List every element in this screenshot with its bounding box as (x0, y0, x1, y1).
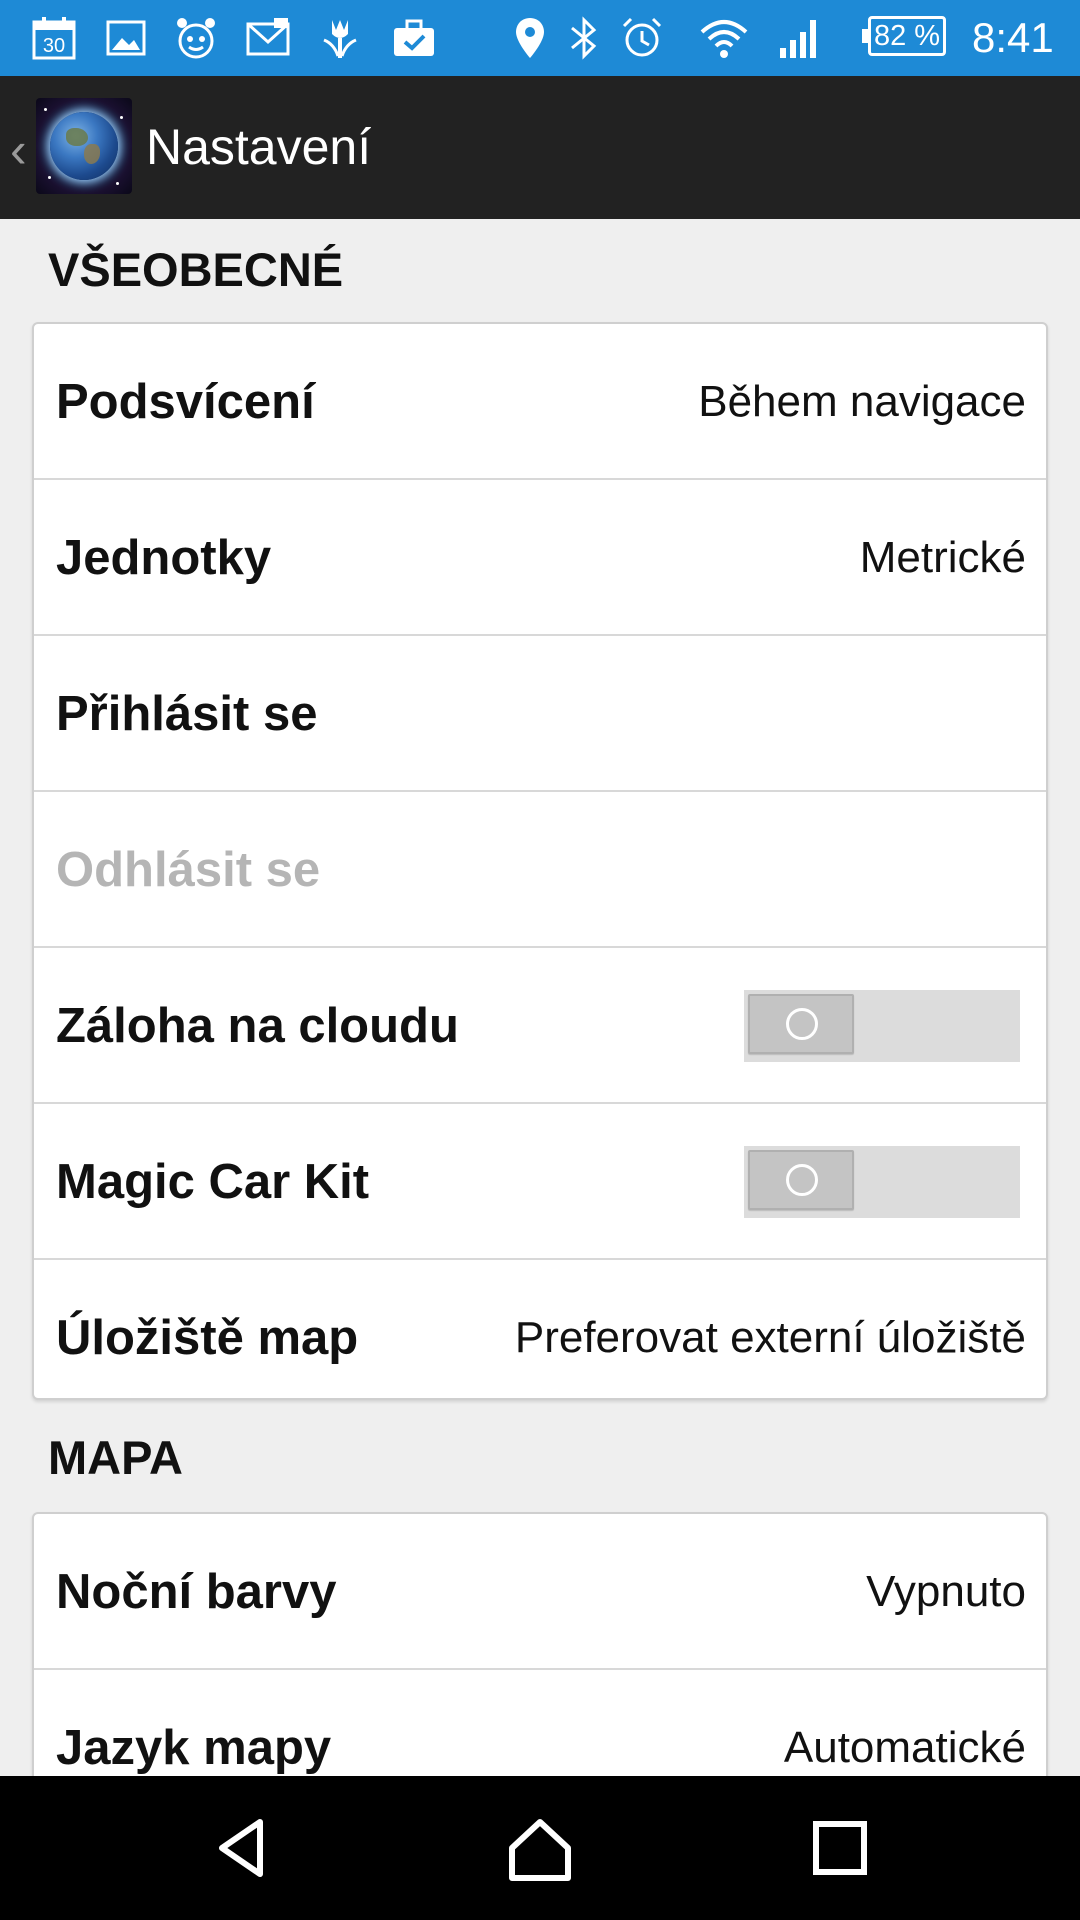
app-logo-icon[interactable] (36, 98, 132, 194)
setting-label: Úložiště map (56, 1311, 359, 1365)
setting-value: Během navigace (698, 377, 1026, 426)
setting-value: Metrické (859, 533, 1026, 582)
setting-label: Magic Car Kit (56, 1155, 370, 1209)
page-title: Nastavení (146, 119, 372, 175)
toggle-knob[interactable] (748, 994, 854, 1054)
navigation-bar (0, 1776, 1080, 1920)
email-icon (244, 14, 292, 62)
clock: 8:41 (972, 14, 1054, 61)
alarm-icon (618, 14, 666, 62)
setting-row-units[interactable]: Jednotky Metrické (34, 480, 1046, 636)
setting-row-magic-car-kit[interactable]: Magic Car Kit (34, 1104, 1046, 1260)
magic-car-kit-toggle[interactable] (744, 1146, 1020, 1218)
signal-icon (776, 14, 824, 62)
setting-label: Jednotky (56, 531, 272, 585)
setting-row-backlight[interactable]: Podsvícení Během navigace (34, 324, 1046, 480)
toggle-knob[interactable] (748, 1150, 854, 1210)
bluetooth-icon (560, 14, 608, 62)
setting-label: Noční barvy (56, 1565, 337, 1619)
tulip-icon (316, 14, 364, 62)
calendar-icon: 30 (30, 14, 78, 62)
wifi-icon (700, 14, 748, 62)
back-chevron-icon[interactable]: ‹ (10, 120, 34, 180)
section-header-map: MAPA (48, 1431, 183, 1484)
setting-row-map-storage[interactable]: Úložiště map Preferovat externí úložiště (34, 1260, 1046, 1398)
briefcase-check-icon (390, 14, 438, 62)
action-bar: ‹ Nastavení (0, 76, 1080, 219)
recents-icon[interactable] (804, 1812, 876, 1884)
setting-label: Odhlásit se (56, 843, 321, 897)
setting-label: Přihlásit se (56, 687, 318, 741)
alarm-app-icon (172, 14, 220, 62)
setting-label: Záloha na cloudu (56, 999, 459, 1053)
calendar-day-label: 30 (43, 35, 65, 57)
gallery-icon (102, 14, 150, 62)
setting-label: Podsvícení (56, 375, 315, 429)
setting-row-sign-in[interactable]: Přihlásit se (34, 636, 1046, 792)
back-icon[interactable] (206, 1812, 278, 1884)
setting-row-cloud-backup[interactable]: Záloha na cloudu (34, 948, 1046, 1104)
setting-row-night-colors[interactable]: Noční barvy Vypnuto (34, 1514, 1046, 1670)
section-header-general: VŠEOBECNÉ (48, 243, 344, 296)
setting-value: Preferovat externí úložiště (514, 1313, 1026, 1362)
status-bar: 30 82 % 8:41 (0, 0, 1080, 76)
location-icon (506, 14, 554, 62)
setting-row-sign-out: Odhlásit se (34, 792, 1046, 948)
cloud-backup-toggle[interactable] (744, 990, 1020, 1062)
general-settings-card: Podsvícení Během navigace Jednotky Metri… (32, 322, 1048, 1400)
battery-indicator: 82 % (862, 16, 946, 56)
home-icon[interactable] (504, 1812, 576, 1884)
setting-value: Vypnuto (866, 1567, 1026, 1616)
